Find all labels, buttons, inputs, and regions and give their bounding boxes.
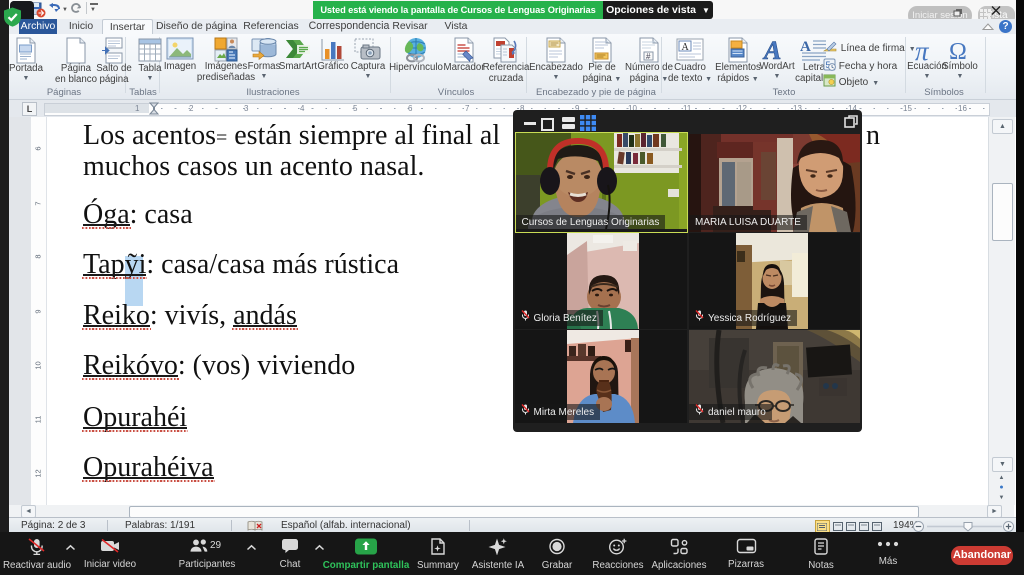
svg-text:A: A [682,42,690,53]
svg-text:29: 29 [210,540,222,551]
svg-text:A: A [762,37,781,62]
svg-text:π: π [915,37,930,62]
svg-text:#: # [646,52,651,61]
svg-text:Ω: Ω [949,39,967,62]
